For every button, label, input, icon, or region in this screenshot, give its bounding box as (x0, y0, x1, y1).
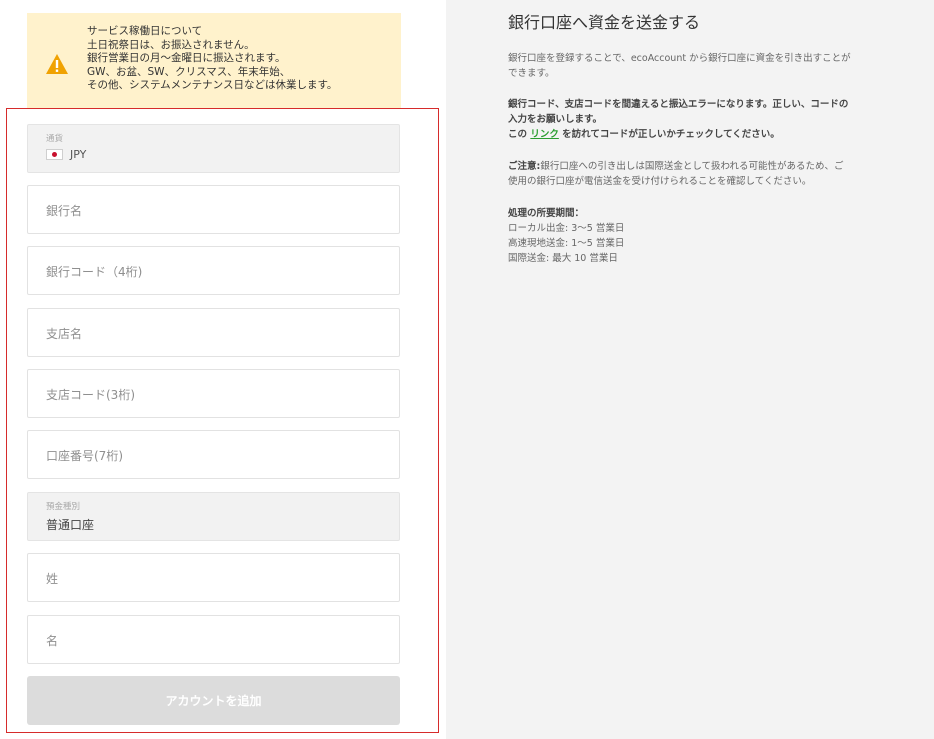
currency-field: 通貨 JPY (27, 124, 400, 173)
last-name-placeholder: 姓 (46, 572, 59, 586)
caution-text: ご注意:銀行口座への引き出しは国際送金として扱われる可能性があるため、ご 使用の… (508, 161, 844, 187)
branch-code-placeholder: 支店コード(3桁) (46, 388, 135, 402)
bank-code-placeholder: 銀行コード（4桁) (46, 265, 143, 279)
intro-text: 銀行口座を登録することで、ecoAccount から銀行口座に資金を引き出すこと… (508, 53, 851, 79)
deposit-type-value: 普通口座 (46, 518, 95, 532)
processing-item: 高速現地送金: 1～5 営業日 (508, 238, 625, 249)
currency-value: JPY (70, 148, 87, 161)
notice-line: GW、お盆、SW、クリスマス、年末年始、 (87, 65, 291, 78)
caution-label: ご注意: (508, 161, 541, 172)
code-warning-text: 銀行コード、支店コードを間違えると振込エラーになります。正しい、コードの 入力を… (508, 99, 849, 140)
branch-name-placeholder: 支店名 (46, 327, 83, 341)
form-panel: サービス稼働日について 土日祝祭日は、お振込されません。 銀行営業日の月～金曜日… (0, 0, 446, 739)
notice-text: サービス稼働日について 土日祝祭日は、お振込されません。 銀行営業日の月～金曜日… (87, 25, 337, 93)
last-name-input[interactable]: 姓 (27, 553, 400, 602)
service-notice: サービス稼働日について 土日祝祭日は、お振込されません。 銀行営業日の月～金曜日… (27, 13, 401, 108)
first-name-placeholder: 名 (46, 634, 59, 648)
currency-label: 通貨 (46, 134, 64, 144)
processing-item: 国際送金: 最大 10 営業日 (508, 253, 618, 264)
warning-triangle-icon (46, 54, 68, 74)
notice-line: その他、システムメンテナンス日などは休業します。 (87, 79, 338, 92)
processing-title: 処理の所要期間： (508, 208, 585, 219)
deposit-type-label: 預金種別 (46, 502, 81, 512)
branch-code-input[interactable]: 支店コード(3桁) (27, 369, 400, 418)
processing-times: 処理の所要期間： ローカル出金: 3～5 営業日 高速現地送金: 1～5 営業日… (508, 206, 888, 266)
account-number-placeholder: 口座番号(7桁) (46, 449, 123, 463)
page-title: 銀行口座へ資金を送金する (508, 13, 701, 32)
account-number-input[interactable]: 口座番号(7桁) (27, 430, 400, 479)
japan-flag-icon (46, 149, 63, 160)
bank-code-input[interactable]: 銀行コード（4桁) (27, 246, 400, 295)
code-check-link[interactable]: リンク (530, 129, 559, 140)
bank-name-placeholder: 銀行名 (46, 204, 83, 218)
notice-line: 銀行営業日の月～金曜日に振込されます。 (87, 52, 286, 65)
branch-name-input[interactable]: 支店名 (27, 308, 400, 357)
notice-line: サービス稼働日について (87, 25, 203, 37)
first-name-input[interactable]: 名 (27, 615, 400, 664)
deposit-type-field[interactable]: 預金種別 普通口座 (27, 492, 400, 541)
add-account-button[interactable]: アカウントを追加 (27, 676, 400, 725)
notice-line: 土日祝祭日は、お振込されません。 (87, 38, 255, 51)
processing-item: ローカル出金: 3～5 営業日 (508, 223, 625, 234)
bank-name-input[interactable]: 銀行名 (27, 185, 400, 234)
